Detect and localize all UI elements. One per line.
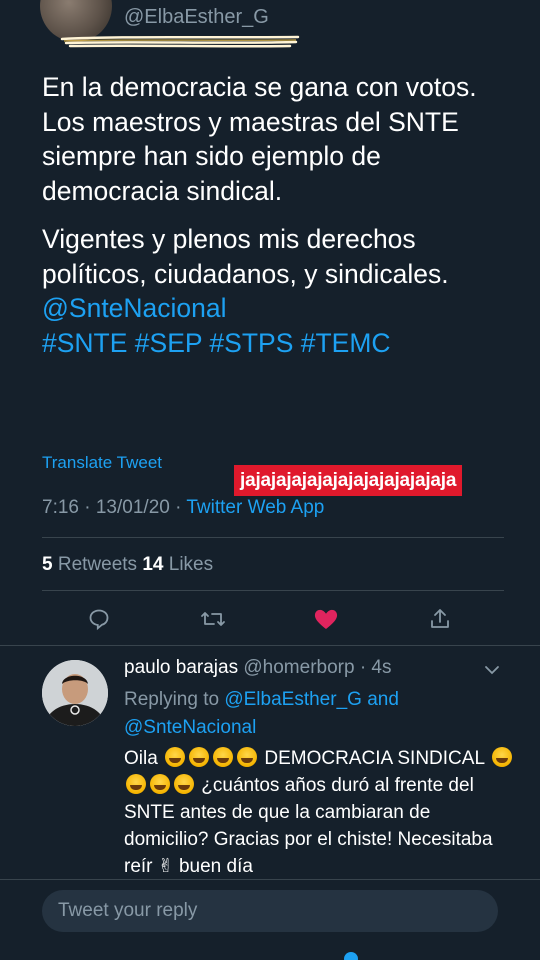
tweet-paragraph-2: Vigentes y plenos mis derechos políticos… [42,222,522,360]
tweet-paragraph-2-text: Vigentes y plenos mis derechos políticos… [42,224,449,289]
reply-composer[interactable]: Tweet your reply [42,890,498,932]
laughing-sticker: jajajajajajajajajajajajajaja [234,465,463,496]
tweet-action-bar [0,600,540,638]
tweet-paragraph-1: En la democracia se gana con votos. Los … [42,72,477,206]
reply-body: Oila DEMOCRACIA SINDICAL ¿cuántos años d… [124,745,520,880]
reply-author-handle-time[interactable]: @homerborp · 4s [238,657,391,678]
likes-label[interactable]: Likes [163,554,213,575]
laughing-emoji-icon [150,774,170,794]
tweet-body: En la democracia se gana con votos. Los … [42,70,522,360]
replying-and: and [361,689,399,710]
translate-tweet-link[interactable]: Translate Tweet [42,453,162,473]
reply-icon[interactable] [84,604,114,634]
tweet-stats: 5 Retweets 14 Likes [42,554,213,576]
laughing-emoji-icon [174,774,194,794]
laughing-emoji-icon [213,747,234,767]
replying-to-line: Replying to @ElbaEsther_G and @SnteNacio… [124,686,504,742]
reply-header: paulo barajas @homerborp · 4s [124,657,392,679]
divider [0,879,540,880]
author-handle[interactable]: @ElbaEsther_G [124,6,269,29]
share-icon[interactable] [425,604,455,634]
laughing-emoji-icon [165,747,186,767]
divider [42,590,504,591]
replying-prefix: Replying to [124,689,225,710]
laughing-emoji-icon [237,747,258,767]
replying-user-2[interactable]: @SnteNacional [124,717,256,738]
replying-user-1[interactable]: @ElbaEsther_G [224,689,362,710]
scribble-overlay [60,35,300,48]
reply-text-part-4: buen día [178,856,253,877]
author-header: @ElbaEsther_G [0,0,540,52]
victory-hand-icon: ✌ [157,856,174,877]
laughing-emoji-icon [491,747,512,767]
reply-text-part-2: DEMOCRACIA SINDICAL [264,748,485,769]
likes-count[interactable]: 14 [142,554,163,575]
reply-composer-placeholder: Tweet your reply [58,900,198,921]
tweet-mention-link[interactable]: @SnteNacional [42,293,227,323]
divider [42,537,504,538]
tweet-source-app[interactable]: Twitter Web App [186,497,324,518]
compose-fab-icon[interactable] [344,952,358,960]
laughing-emoji-icon [189,747,210,767]
chevron-down-icon[interactable] [482,660,502,680]
laughing-emoji-icon [126,774,146,794]
retweets-count[interactable]: 5 [42,554,53,575]
reply-author-name[interactable]: paulo barajas [124,657,238,678]
tweet-timestamp: 7:16 · 13/01/20 · Twitter Web App [42,497,324,519]
divider [0,645,540,646]
reply-avatar[interactable] [42,660,108,726]
tweet-time: 7:16 · 13/01/20 · [42,497,187,518]
tweet-hashtags[interactable]: #SNTE #SEP #STPS #TEMC [42,328,391,358]
retweets-label[interactable]: Retweets [53,554,143,575]
reply-text-part-1: Oila [124,748,158,769]
heart-icon[interactable] [311,604,341,634]
retweet-icon[interactable] [198,604,228,634]
